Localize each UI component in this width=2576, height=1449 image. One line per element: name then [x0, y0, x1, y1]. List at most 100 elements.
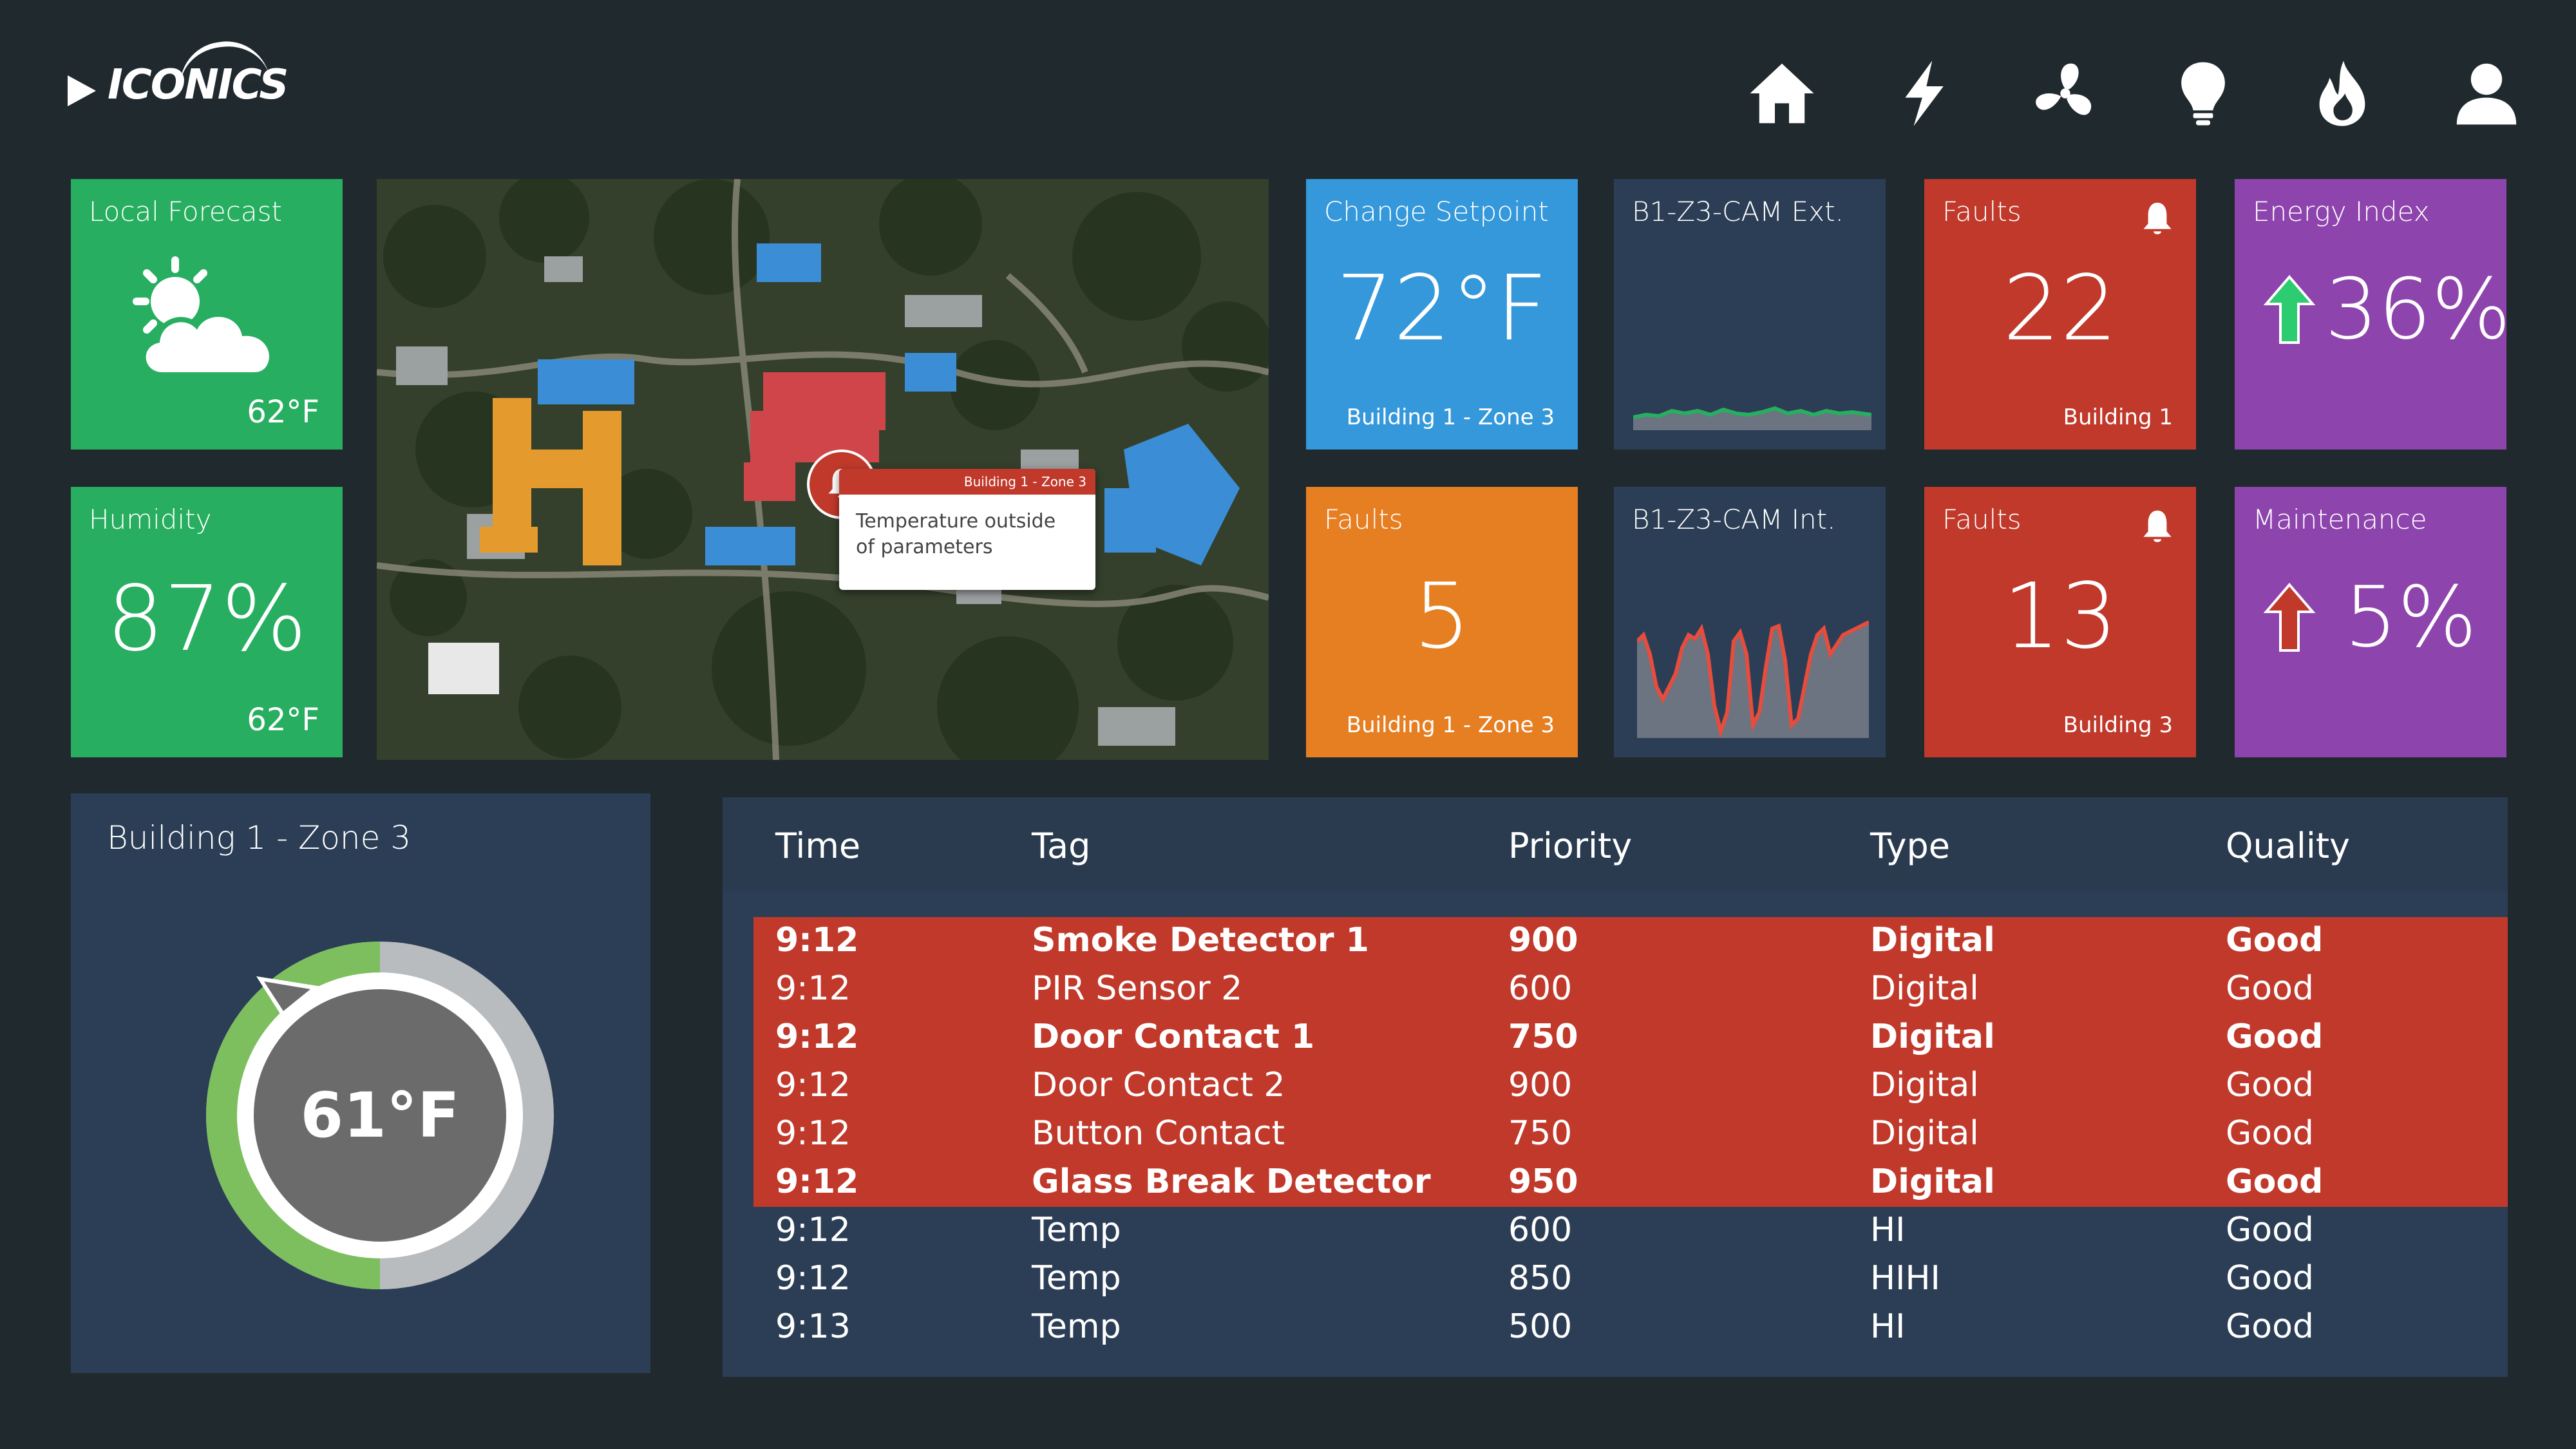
table-row[interactable]: 9:12 Button Contact 750 Digital Good — [753, 1110, 2508, 1159]
setpoint-location: Building 1 - Zone 3 — [1346, 404, 1555, 430]
faults-b3-location: Building 3 — [2063, 712, 2173, 738]
camera-int-tile[interactable]: B1-Z3-CAM Int. — [1614, 487, 1886, 757]
cell-priority: 750 — [1508, 1018, 1578, 1056]
cell-priority: 600 — [1508, 969, 1573, 1008]
cell-time: 9:12 — [775, 1114, 851, 1153]
faults-b3-label: Faults — [1942, 504, 2022, 535]
play-icon — [68, 75, 96, 106]
cell-priority: 750 — [1508, 1114, 1573, 1153]
faults-zone-tile[interactable]: Faults 5 Building 1 - Zone 3 — [1306, 487, 1578, 757]
column-header-quality[interactable]: Quality — [2226, 826, 2350, 866]
energy-index-tile[interactable]: Energy Index 36% — [2235, 179, 2511, 450]
flame-icon[interactable] — [2300, 52, 2384, 135]
cell-quality: Good — [2226, 969, 2314, 1008]
camera-ext-tile[interactable]: B1-Z3-CAM Ext. — [1614, 179, 1886, 450]
bell-icon — [2143, 510, 2172, 542]
humidity-tile[interactable]: Humidity 87% 62°F — [71, 487, 343, 757]
faults-zone-label: Faults — [1324, 504, 1403, 535]
lightbulb-icon[interactable] — [2161, 52, 2245, 135]
faults-b1-value: 22 — [2002, 256, 2118, 361]
cell-priority: 850 — [1508, 1259, 1573, 1298]
cell-priority: 500 — [1508, 1307, 1573, 1346]
cell-tag: Temp — [1032, 1211, 1121, 1249]
map-alarm-popup[interactable]: Building 1 - Zone 3 Temperature outside … — [839, 469, 1095, 590]
cell-tag: Smoke Detector 1 — [1032, 921, 1369, 960]
cell-type: HI — [1870, 1211, 1906, 1249]
cell-type: HIHI — [1870, 1259, 1940, 1298]
cell-tag: Door Contact 1 — [1032, 1018, 1315, 1056]
faults-b3-value: 13 — [2002, 564, 2118, 669]
cell-tag: Button Contact — [1032, 1114, 1285, 1153]
lightning-icon[interactable] — [1882, 52, 1965, 135]
cell-time: 9:13 — [775, 1307, 851, 1346]
table-row[interactable]: 9:13 Temp 500 HI Good — [753, 1303, 2508, 1352]
energy-index-value: 36% — [2325, 260, 2511, 358]
cell-time: 9:12 — [775, 1259, 851, 1298]
cell-quality: Good — [2226, 1066, 2314, 1104]
table-row[interactable]: 9:12 Temp 850 HIHI Good — [753, 1255, 2508, 1303]
faults-b1-label: Faults — [1942, 196, 2022, 227]
column-header-priority[interactable]: Priority — [1508, 826, 1632, 866]
cell-type: Digital — [1870, 1114, 1979, 1153]
humidity-value: 87% — [106, 567, 307, 672]
column-header-time[interactable]: Time — [775, 826, 860, 866]
cell-time: 9:12 — [775, 1018, 859, 1056]
faults-zone-location: Building 1 - Zone 3 — [1346, 712, 1555, 738]
iconics-logo: ICONICS — [68, 35, 289, 138]
alarm-table-header: Time Tag Priority Type Quality — [723, 797, 2508, 891]
maintenance-tile[interactable]: Maintenance 5% — [2235, 487, 2506, 757]
cell-tag: Glass Break Detector — [1032, 1162, 1431, 1201]
alarm-table: Time Tag Priority Type Quality 9:12 Smoke… — [723, 797, 2508, 1377]
popup-header: Building 1 - Zone 3 — [839, 469, 1095, 495]
camera-ext-trend — [1633, 406, 1871, 430]
camera-int-label: B1-Z3-CAM Int. — [1632, 504, 1836, 535]
home-icon[interactable] — [1740, 52, 1824, 135]
forecast-tile[interactable]: Local Forecast 62°F — [71, 179, 343, 450]
cell-type: Digital — [1870, 921, 1995, 960]
cell-type: Digital — [1870, 969, 1979, 1008]
table-row[interactable]: 9:12 PIR Sensor 2 600 Digital Good — [753, 965, 2508, 1014]
setpoint-label: Change Setpoint — [1324, 196, 1549, 227]
cell-quality: Good — [2226, 1114, 2314, 1153]
cell-tag: Temp — [1032, 1307, 1121, 1346]
forecast-temp: 62°F — [247, 394, 319, 430]
humidity-temp: 62°F — [247, 702, 319, 738]
table-row[interactable]: 9:12 Smoke Detector 1 900 Digital Good — [753, 917, 2508, 965]
maintenance-value: 5% — [2344, 568, 2477, 666]
cell-quality: Good — [2226, 1018, 2324, 1056]
forecast-label: Local Forecast — [89, 196, 282, 227]
user-icon[interactable] — [2445, 52, 2528, 135]
cell-type: Digital — [1870, 1018, 1995, 1056]
cell-tag: Door Contact 2 — [1032, 1066, 1285, 1104]
table-row[interactable]: 9:12 Door Contact 2 900 Digital Good — [753, 1062, 2508, 1110]
cell-type: HI — [1870, 1307, 1906, 1346]
partly-cloudy-icon — [133, 256, 274, 377]
cell-quality: Good — [2226, 1211, 2314, 1249]
setpoint-value: 72°F — [1336, 256, 1548, 361]
cell-priority: 950 — [1508, 1162, 1578, 1201]
energy-index-label: Energy Index — [2253, 196, 2430, 227]
column-header-type[interactable]: Type — [1870, 826, 1950, 866]
table-row[interactable]: 9:12 Glass Break Detector 950 Digital Good — [753, 1159, 2508, 1207]
faults-b3-tile[interactable]: Faults 13 Building 3 — [1924, 487, 2196, 757]
table-row[interactable]: 9:12 Door Contact 1 750 Digital Good — [753, 1014, 2508, 1062]
popup-line-1: Temperature outside — [856, 510, 1056, 533]
table-row[interactable]: 9:12 Temp 600 HI Good — [753, 1207, 2508, 1255]
cell-priority: 900 — [1508, 921, 1578, 960]
thermostat-value: 61°F — [300, 1079, 460, 1151]
brand-name: ICONICS — [108, 61, 289, 109]
cell-quality: Good — [2226, 921, 2324, 960]
cell-priority: 600 — [1508, 1211, 1573, 1249]
arrow-up-green-icon — [2263, 274, 2316, 344]
setpoint-tile[interactable]: Change Setpoint 72°F Building 1 - Zone 3 — [1306, 179, 1578, 450]
bell-icon — [2143, 202, 2172, 234]
cell-tag: Temp — [1032, 1259, 1121, 1298]
faults-b1-tile[interactable]: Faults 22 Building 1 — [1924, 179, 2196, 450]
cell-quality: Good — [2226, 1307, 2314, 1346]
column-header-tag[interactable]: Tag — [1032, 826, 1090, 866]
camera-ext-label: B1-Z3-CAM Ext. — [1632, 196, 1844, 227]
maintenance-label: Maintenance — [2253, 504, 2427, 535]
cell-time: 9:12 — [775, 1066, 851, 1104]
campus-map[interactable]: Building 1 - Zone 3 Temperature outside … — [377, 179, 1269, 760]
fan-icon[interactable] — [2023, 52, 2107, 135]
